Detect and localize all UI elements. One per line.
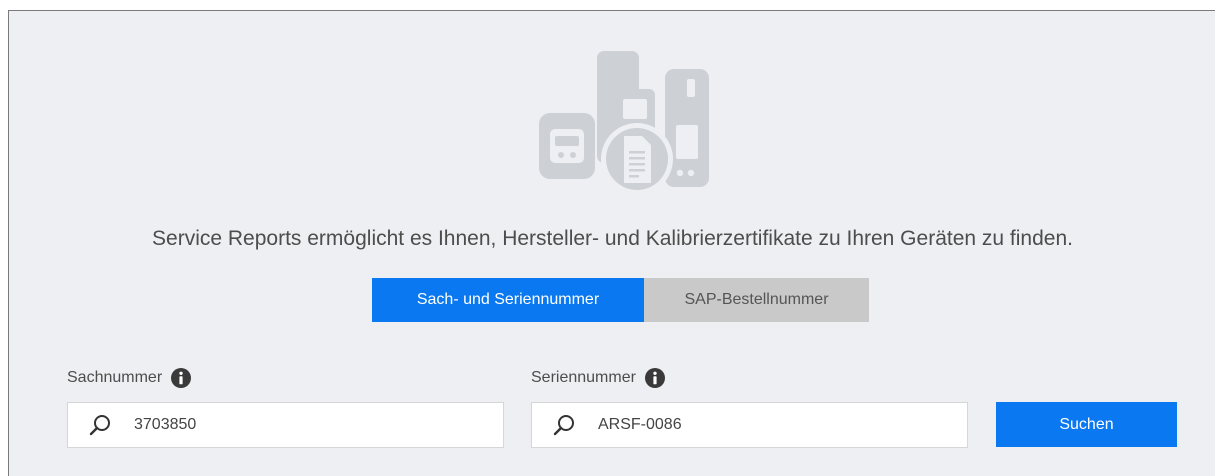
service-reports-panel: Service Reports ermöglicht es Ihnen, Her… (8, 10, 1215, 476)
serial-number-field[interactable] (531, 402, 968, 448)
serial-number-label-group: Seriennummer (531, 368, 665, 388)
devices-certificate-icon (539, 51, 709, 195)
part-number-label-group: Sachnummer (67, 368, 192, 388)
part-number-input[interactable] (134, 416, 494, 434)
search-mode-tabs: Sach- und Seriennummer SAP-Bestellnummer (372, 278, 869, 322)
search-button[interactable]: Suchen (996, 402, 1177, 447)
intro-text: Service Reports ermöglicht es Ihnen, Her… (152, 227, 1073, 250)
serial-number-label: Seriennummer (531, 369, 636, 386)
tab-part-and-serial-number[interactable]: Sach- und Seriennummer (372, 278, 644, 322)
info-icon[interactable] (644, 368, 665, 388)
part-number-field[interactable] (67, 402, 504, 448)
info-icon[interactable] (171, 368, 192, 388)
search-icon (89, 415, 110, 436)
serial-number-input[interactable] (598, 416, 958, 434)
search-icon (553, 415, 574, 436)
tab-sap-order-number[interactable]: SAP-Bestellnummer (644, 278, 869, 322)
part-number-label: Sachnummer (67, 369, 163, 386)
